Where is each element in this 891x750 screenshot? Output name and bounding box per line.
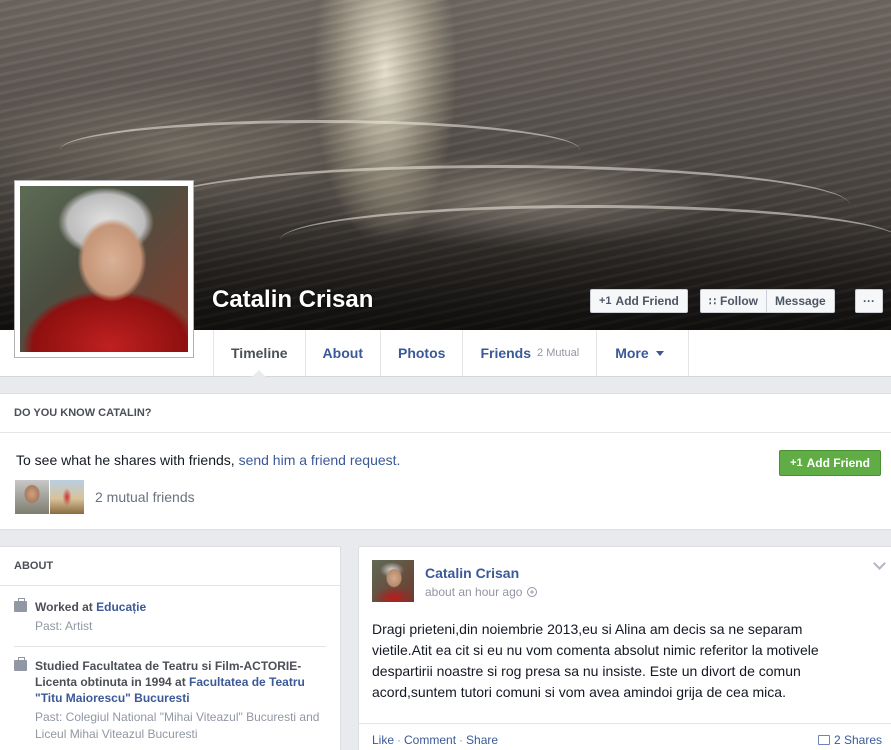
tab-photos-label: Photos	[397, 345, 446, 361]
tab-more[interactable]: More	[597, 330, 689, 376]
follow-button[interactable]: ∷ Follow	[700, 289, 767, 313]
message-label: Message	[775, 294, 826, 308]
cover-wave	[150, 165, 850, 245]
more-actions-label: ···	[863, 294, 875, 308]
mutual-friends-link[interactable]: 2 mutual friends	[95, 489, 195, 505]
active-tab-indicator	[252, 370, 267, 377]
prompt-text: To see what he shares with friends,	[16, 452, 239, 468]
mutual-friend-avatar[interactable]	[15, 480, 49, 514]
share-link[interactable]: Share	[466, 733, 498, 747]
education-line: Studied Facultatea de Teatru si Film-ACT…	[35, 658, 326, 706]
add-friend-icon: +1	[599, 295, 612, 307]
profile-tabs: Timeline About Photos Friends 2 Mutual M…	[213, 330, 689, 377]
more-actions-wrap: ···	[855, 289, 883, 313]
profile-picture[interactable]	[14, 180, 194, 358]
chevron-down-icon	[655, 350, 664, 356]
tab-timeline-label: Timeline	[231, 345, 288, 361]
post-options-chevron-icon[interactable]	[873, 557, 886, 570]
work-prefix: Worked at	[35, 600, 97, 614]
send-friend-request-link[interactable]: send him a friend request.	[239, 452, 401, 468]
education-past: Past: Colegiul National "Mihai Viteazul"…	[35, 710, 320, 741]
work-line: Worked at Educație	[35, 599, 326, 615]
shares-count[interactable]: 2 Shares	[818, 733, 882, 747]
add-friend-button[interactable]: +1 Add Friend	[590, 289, 688, 313]
add-friend-icon: +1	[790, 457, 803, 469]
about-heading: ABOUT	[0, 547, 340, 586]
tab-friends-label: Friends	[480, 345, 532, 361]
tab-more-label: More	[615, 345, 649, 361]
add-friend-green-label: Add Friend	[806, 456, 870, 470]
rss-icon: ∷	[709, 295, 716, 308]
education-item: Studied Facultatea de Teatru si Film-ACT…	[14, 657, 326, 743]
post-author-name[interactable]: Catalin Crisan	[425, 565, 519, 581]
globe-icon	[527, 587, 538, 597]
message-button[interactable]: Message	[767, 289, 835, 313]
post-timestamp: about an hour ago	[425, 585, 538, 599]
add-friend-green-button[interactable]: +1 Add Friend	[779, 450, 881, 476]
do-you-know-box: DO YOU KNOW CATALIN? To see what he shar…	[0, 393, 891, 530]
more-actions-button[interactable]: ···	[855, 289, 883, 313]
mutual-friend-avatar[interactable]	[50, 480, 84, 514]
add-friend-wrap: +1 Add Friend	[590, 289, 688, 313]
tab-about-label: About	[322, 345, 363, 361]
share-icon	[818, 735, 830, 745]
tab-about[interactable]: About	[306, 330, 381, 376]
post-time-text[interactable]: about an hour ago	[425, 585, 522, 599]
add-friend-label: Add Friend	[615, 294, 679, 308]
tab-friends[interactable]: Friends 2 Mutual	[463, 330, 598, 376]
cover-wave	[280, 205, 891, 275]
do-you-know-heading: DO YOU KNOW CATALIN?	[0, 394, 891, 433]
follow-message-group: ∷ Follow Message	[700, 289, 835, 313]
post-footer-divider	[359, 723, 891, 724]
work-past: Past: Artist	[35, 619, 93, 633]
separator: ·	[397, 733, 402, 747]
follow-label: Follow	[720, 294, 758, 308]
post-author-avatar[interactable]	[372, 560, 414, 602]
timeline-post: Catalin Crisan about an hour ago Dragi p…	[358, 546, 891, 750]
employer-link[interactable]: Educație	[96, 600, 146, 614]
profile-photo	[20, 186, 188, 352]
tab-timeline[interactable]: Timeline	[214, 330, 306, 377]
work-item: Worked at Educație Past: Artist	[14, 598, 326, 635]
tab-photos[interactable]: Photos	[381, 330, 464, 376]
post-actions: Like · Comment · Share	[372, 733, 498, 747]
separator: ·	[459, 733, 464, 747]
comment-link[interactable]: Comment	[404, 733, 456, 747]
like-link[interactable]: Like	[372, 733, 394, 747]
graduation-cap-icon	[14, 657, 27, 671]
profile-name[interactable]: Catalin Crisan	[212, 286, 373, 314]
briefcase-icon	[14, 598, 27, 612]
mutual-count: 2 Mutual	[537, 347, 580, 359]
friend-request-prompt: To see what he shares with friends, send…	[16, 452, 400, 468]
divider	[14, 646, 326, 647]
post-body: Dragi prieteni,din noiembrie 2013,eu si …	[372, 621, 819, 700]
shares-label: 2 Shares	[834, 733, 883, 747]
about-box: ABOUT Worked at Educație Past: Artist St…	[0, 546, 341, 750]
